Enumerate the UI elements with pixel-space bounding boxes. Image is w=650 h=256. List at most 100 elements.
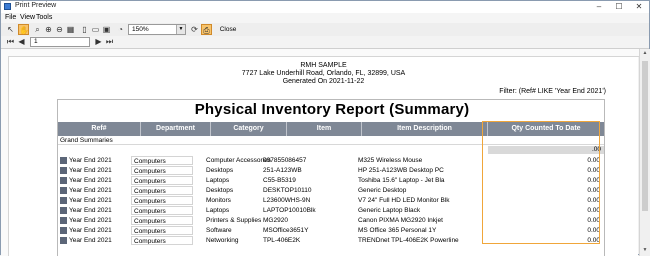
table-row: Year End 2021 Computers Software MSOffice36… xyxy=(58,226,604,235)
previous-page-icon[interactable]: ◀ xyxy=(16,36,27,47)
cell-department: Computers xyxy=(131,206,193,215)
cell-description: M325 Wireless Mouse xyxy=(358,157,423,164)
menu-file[interactable]: File xyxy=(5,13,16,23)
two-page-icon[interactable]: ▭ xyxy=(90,24,101,35)
report-table: Physical Inventory Report (Summary) Ref#… xyxy=(57,99,605,256)
page-number-input[interactable]: 1 xyxy=(30,37,90,47)
row-marker-icon xyxy=(60,187,67,194)
last-page-icon[interactable]: ⏭ xyxy=(104,36,115,47)
row-marker-icon xyxy=(60,207,67,214)
menu-bar: File View Tools xyxy=(1,13,649,23)
close-icon[interactable]: ✕ xyxy=(630,1,648,12)
generated-date: Generated On 2021-11-22 xyxy=(282,78,365,85)
print-icon[interactable]: ⎙ xyxy=(201,24,212,35)
pointer-icon[interactable]: ↖ xyxy=(5,24,16,35)
cell-department: Computers xyxy=(131,196,193,205)
zoom-in-icon[interactable]: ⊕ xyxy=(43,24,54,35)
cell-description: Toshiba 15.6" Laptop - Jet Bla xyxy=(358,177,445,184)
table-row: Year End 2021 Computers Laptops C55-B5319 To… xyxy=(58,176,604,185)
chevron-down-icon[interactable]: ▼ xyxy=(176,25,185,34)
row-marker-icon xyxy=(60,217,67,224)
cell-qty: 0.00 xyxy=(587,217,600,224)
cell-qty: 0.00 xyxy=(587,157,600,164)
cell-item: LAPTOP10010Blk xyxy=(263,207,316,214)
cell-ref: Year End 2021 xyxy=(69,157,112,164)
single-page-icon[interactable]: ▯ xyxy=(79,24,90,35)
vertical-ruler xyxy=(1,56,9,256)
table-row: Year End 2021 Computers Networking TPL-406E… xyxy=(58,236,604,245)
report-filter: Filter: (Ref# LIKE 'Year End 2021') xyxy=(499,88,606,95)
cell-ref: Year End 2021 xyxy=(69,197,112,204)
zoom-value: 150% xyxy=(132,26,149,33)
horizontal-ruler xyxy=(1,49,639,57)
cell-item: DESKTOP10110 xyxy=(263,187,312,194)
cell-qty: 0.00 xyxy=(587,237,600,244)
cell-item: 251-A123WB xyxy=(263,167,302,174)
zoom-icon[interactable]: ◔ xyxy=(115,24,126,35)
magnifier-icon[interactable]: ⌕ xyxy=(32,24,43,35)
multi-page-icon[interactable]: ▦ xyxy=(65,24,76,35)
cell-ref: Year End 2021 xyxy=(69,227,112,234)
cell-item: 097855086457 xyxy=(263,157,307,164)
scroll-up-icon[interactable]: ▲ xyxy=(641,50,649,58)
row-marker-icon xyxy=(60,237,67,244)
cell-item: MG2920 xyxy=(263,217,288,224)
cell-department: Computers xyxy=(131,176,193,185)
first-page-icon[interactable]: ⏮ xyxy=(5,36,16,47)
table-row: Year End 2021 Computers Computer Accessori… xyxy=(58,156,604,165)
table-row: Year End 2021 Computers Desktops 251-A123WB… xyxy=(58,166,604,175)
four-page-icon[interactable]: ▣ xyxy=(101,24,112,35)
table-row: Year End 2021 Computers Printers & Supplie… xyxy=(58,216,604,225)
grand-summaries-label: Grand Summaries xyxy=(58,137,604,145)
menu-tools[interactable]: Tools xyxy=(36,13,52,23)
cell-item: TPL-406E2K xyxy=(263,237,301,244)
hand-tool-icon[interactable]: ✋ xyxy=(18,24,29,35)
cell-item: MSOffice3651Y xyxy=(263,227,309,234)
scroll-down-icon[interactable]: ▼ xyxy=(641,247,649,255)
vertical-scrollbar[interactable]: ▲ ▼ xyxy=(639,49,650,256)
cell-ref: Year End 2021 xyxy=(69,177,112,184)
cell-qty: 0.00 xyxy=(587,207,600,214)
report-title: Physical Inventory Report (Summary) xyxy=(194,101,470,118)
cell-description: Generic Laptop Black xyxy=(358,207,421,214)
table-row: Year End 2021 Computers Desktops DESKTOP101… xyxy=(58,186,604,195)
row-marker-icon xyxy=(60,177,67,184)
app-icon xyxy=(4,3,11,10)
cell-department: Computers xyxy=(131,156,193,165)
cell-item: L23600WHS-9N xyxy=(263,197,311,204)
zoom-select[interactable]: 150% ▼ xyxy=(128,24,186,35)
cell-description: HP 251-A123WB Desktop PC xyxy=(358,167,444,174)
refresh-icon[interactable]: ⟳ xyxy=(189,24,200,35)
title-bar: Print Preview – ☐ ✕ xyxy=(1,1,649,13)
company-name: RMH SAMPLE xyxy=(300,62,347,69)
next-page-icon[interactable]: ▶ xyxy=(93,36,104,47)
cell-qty: 0.00 xyxy=(587,227,600,234)
col-item: Item xyxy=(287,122,362,136)
cell-department: Computers xyxy=(131,226,193,235)
cell-ref: Year End 2021 xyxy=(69,167,112,174)
cell-department: Computers xyxy=(131,166,193,175)
cell-ref: Year End 2021 xyxy=(69,217,112,224)
menu-view[interactable]: View xyxy=(20,13,35,23)
preview-toolbar: ↖ ✋ ⌕ ⊕ ⊖ ▦ ▯ ▭ ▣ ◔ 150% ▼ ⟳ ⎙ Close xyxy=(1,23,649,37)
row-marker-icon xyxy=(60,167,67,174)
cell-department: Computers xyxy=(131,186,193,195)
zoom-out-icon[interactable]: ⊖ xyxy=(54,24,65,35)
col-ref: Ref# xyxy=(58,122,141,136)
row-marker-icon xyxy=(60,197,67,204)
company-address: 7727 Lake Underhill Road, Orlando, FL, 3… xyxy=(241,70,406,77)
col-department: Department xyxy=(141,122,211,136)
scrollbar-thumb[interactable] xyxy=(642,61,648,211)
table-row: Year End 2021 Computers Monitors L23600WHS-… xyxy=(58,196,604,205)
minimize-icon[interactable]: – xyxy=(590,1,608,12)
col-qty-counted: Qty Counted To Date xyxy=(511,125,581,132)
maximize-icon[interactable]: ☐ xyxy=(610,1,628,12)
cell-description: TRENDnet TPL-406E2K Powerline xyxy=(358,237,459,244)
cell-ref: Year End 2021 xyxy=(69,187,112,194)
close-button[interactable]: Close xyxy=(218,24,238,35)
cell-description: Canon PIXMA MG2920 Inkjet xyxy=(358,217,443,224)
cell-qty: 0.00 xyxy=(587,187,600,194)
window-title: Print Preview xyxy=(15,2,57,9)
cell-ref: Year End 2021 xyxy=(69,237,112,244)
cell-department: Computers xyxy=(131,236,193,245)
